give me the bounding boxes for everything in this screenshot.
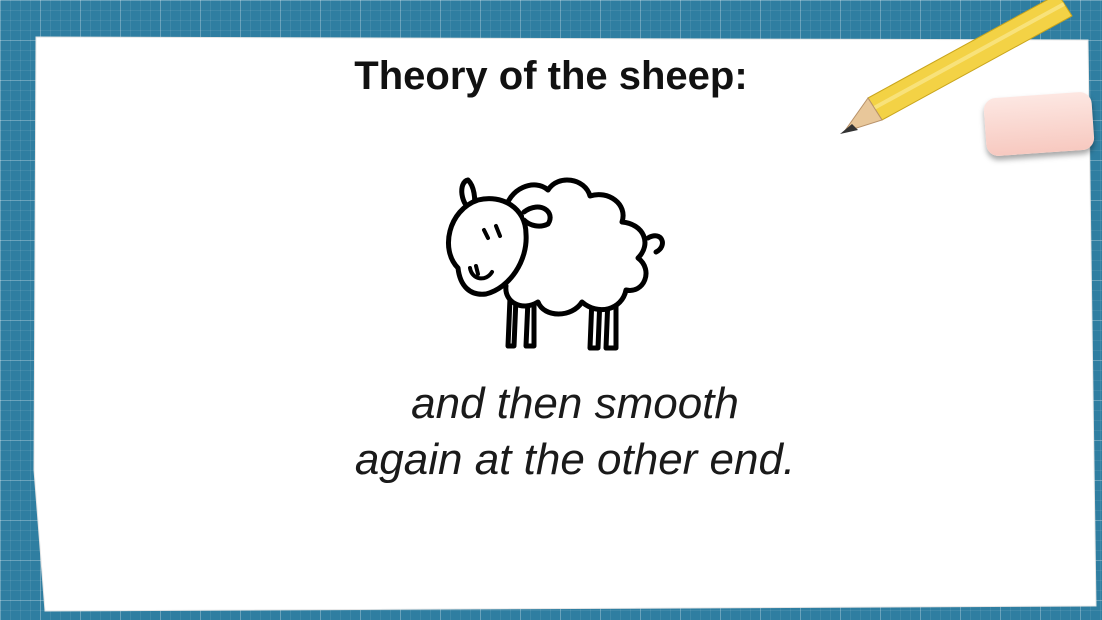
slide-caption: and then smooth again at the other end. bbox=[0, 376, 1102, 488]
caption-line-1: and then smooth bbox=[411, 379, 739, 428]
caption-line-2: again at the other end. bbox=[354, 435, 796, 484]
eraser-icon bbox=[983, 91, 1095, 157]
slide-title: Theory of the sheep: bbox=[354, 54, 748, 98]
sheep-drawing bbox=[446, 177, 665, 351]
